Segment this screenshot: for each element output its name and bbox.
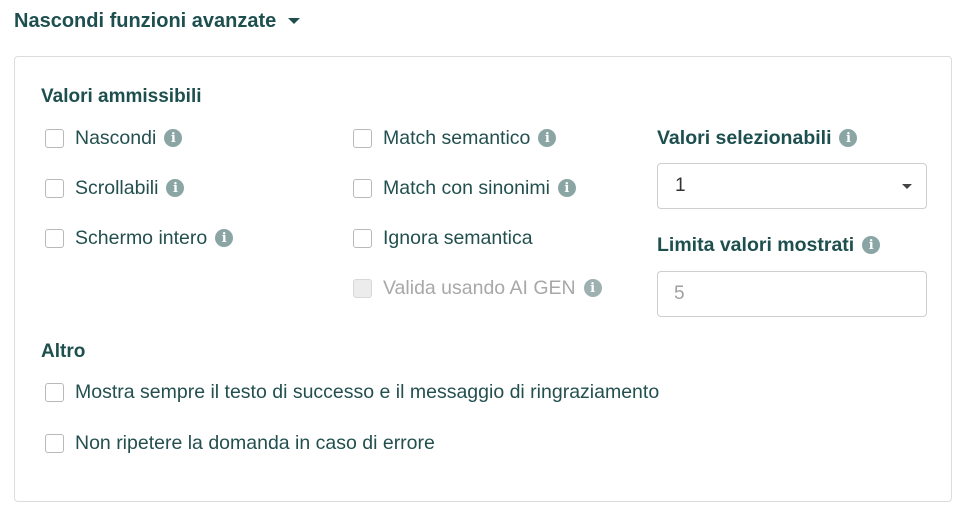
checkbox-box[interactable] [45,128,64,148]
info-icon[interactable]: i [164,129,183,147]
limit-values-label: Limita valori mostrati i [657,232,881,258]
checkbox-valida-ai-gen: Valida usando AI GEN i [353,275,602,301]
checkbox-box [353,278,372,298]
checkbox-match-sinonimi[interactable]: Match con sinonimi i [353,175,576,201]
checkbox-box[interactable] [353,228,372,248]
info-icon[interactable]: i [862,236,881,254]
info-icon[interactable]: i [538,129,557,147]
checkbox-box[interactable] [45,228,64,248]
selectable-values-label: Valori selezionabili i [657,125,858,151]
caret-down-icon [288,18,301,24]
checkbox-ignora-semantica[interactable]: Ignora semantica [353,225,533,251]
advanced-features-toggle-label: Nascondi funzioni avanzate [14,9,277,32]
selectable-values-value: 1 [675,175,686,196]
checkbox-box[interactable] [353,178,372,198]
info-icon[interactable]: i [215,229,234,247]
advanced-features-toggle[interactable]: Nascondi funzioni avanzate [14,8,301,34]
checkbox-label: Schermo intero [75,226,208,249]
section-title-altro: Altro [41,341,86,362]
info-icon[interactable]: i [583,279,602,297]
info-icon[interactable]: i [839,129,858,147]
checkbox-box[interactable] [45,433,64,453]
checkbox-label: Nascondi [75,126,157,149]
checkbox-box[interactable] [45,178,64,198]
checkbox-label: Match con sinonimi [383,176,550,199]
section-title-valori: Valori ammissibili [41,86,202,107]
info-icon[interactable]: i [557,179,576,197]
checkbox-nascondi[interactable]: Nascondi i [45,125,183,151]
checkbox-box[interactable] [45,382,64,402]
limit-values-label-text: Limita valori mostrati [657,233,855,256]
checkbox-label: Scrollabili [75,176,159,199]
info-icon[interactable]: i [166,179,185,197]
checkbox-box[interactable] [353,128,372,148]
checkbox-no-repeat-on-error[interactable]: Non ripetere la domanda in caso di error… [45,430,435,456]
checkbox-label: Valida usando AI GEN [383,276,576,299]
selectable-values-select[interactable]: 1 [657,163,927,209]
dropdown-arrow-icon [902,184,912,189]
checkbox-schermo-intero[interactable]: Schermo intero i [45,225,234,251]
checkbox-match-semantico[interactable]: Match semantico i [353,125,557,151]
selectable-values-label-text: Valori selezionabili [657,126,832,149]
advanced-options-panel: Valori ammissibili Nascondi i Scrollabil… [14,56,952,502]
checkbox-show-success-text[interactable]: Mostra sempre il testo di successo e il … [45,379,659,405]
limit-values-input[interactable] [657,271,927,317]
checkbox-label: Non ripetere la domanda in caso di error… [75,431,435,454]
checkbox-label: Match semantico [383,126,531,149]
checkbox-label: Mostra sempre il testo di successo e il … [75,380,660,403]
checkbox-label: Ignora semantica [383,226,533,249]
checkbox-scrollabili[interactable]: Scrollabili i [45,175,185,201]
